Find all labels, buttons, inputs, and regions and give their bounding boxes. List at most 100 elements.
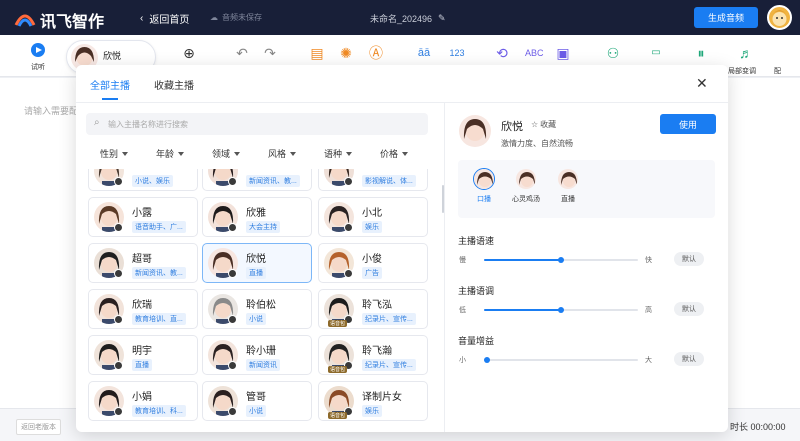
anchor-card[interactable]: 语音包 聆飞泓 纪录片、宣传... [318, 289, 428, 329]
insert-icon[interactable]: ⊕ [181, 45, 197, 61]
filter-age[interactable]: 年龄 [156, 147, 185, 160]
polyphone-icon[interactable]: āā [416, 45, 432, 61]
anchor-tag: 语音助手、广... [132, 221, 186, 233]
anchor-card[interactable]: 新闻资讯、教... [202, 169, 312, 191]
anchor-card[interactable]: 欣雅 大会主持 [202, 197, 312, 237]
speed-slider[interactable] [484, 257, 638, 263]
anchor-card[interactable]: 欣悦 直播 [202, 243, 312, 283]
anchor-card[interactable]: 小北 娱乐 [318, 197, 428, 237]
anchor-tag: 娱乐 [362, 405, 382, 417]
favorite-label: 收藏 [540, 120, 557, 129]
bgm-icon[interactable]: ▭ [648, 45, 664, 61]
slider-handle[interactable] [484, 357, 490, 363]
voice-pack-badge: 语音包 [328, 366, 348, 373]
filter-language[interactable]: 语种 [324, 147, 353, 160]
anchor-name: 欣雅 [246, 208, 266, 219]
anchor-card[interactable]: 语音包 聆飞瀚 纪录片、宣传... [318, 335, 428, 375]
filter-label: 领域 [212, 149, 231, 159]
anchor-card[interactable]: 超哥新闻资讯、教... [88, 243, 198, 283]
anchor-search-input[interactable] [108, 113, 408, 135]
multi-anchor-icon[interactable]: ⚇ [605, 45, 621, 61]
anchor-card[interactable]: 小娟 教育培训、科... [88, 381, 198, 421]
anchor-name: 小北 [362, 208, 382, 219]
favorite-button[interactable]: ☆ 收藏 [531, 119, 556, 130]
volume-slider[interactable] [484, 357, 638, 363]
edit-icon[interactable]: ✎ [438, 13, 446, 24]
anchor-name: 译制片女 [362, 392, 402, 403]
save-status-label: 音频未保存 [222, 13, 262, 22]
pause-icon[interactable]: ⏸ [693, 45, 709, 61]
anchor-card[interactable]: 小俊 广告 [318, 243, 428, 283]
generate-audio-button[interactable]: 生成音频 [694, 7, 758, 28]
back-home-button[interactable]: ‹ 返回首页 [140, 11, 189, 26]
search-icon: ⌕ [94, 117, 100, 128]
use-anchor-button[interactable]: 使用 [660, 114, 716, 134]
back-home-label: 返回首页 [149, 15, 190, 26]
close-icon[interactable]: ✕ [696, 75, 708, 92]
anchor-card[interactable]: 聆伯松 小说 [202, 289, 312, 329]
chevron-left-icon: ‹ [140, 13, 144, 24]
anchor-tag: 纪录片、宣传... [362, 359, 416, 371]
slider-handle[interactable] [558, 307, 564, 313]
user-avatar[interactable] [767, 5, 792, 30]
abc-icon[interactable]: ABC [525, 45, 544, 61]
document-title[interactable]: 未命名_202496 ✎ [370, 12, 446, 25]
slider-handle[interactable] [558, 257, 564, 263]
document-title-label: 未命名_202496 [370, 14, 433, 24]
anchor-card[interactable]: 影视解说、体... [318, 169, 428, 191]
scrollbar[interactable] [442, 185, 444, 213]
redo-icon[interactable]: ↷ [262, 45, 278, 61]
filter-price[interactable]: 价格 [380, 147, 409, 160]
anchor-card[interactable]: 管哥 小说 [202, 381, 312, 421]
filter-style[interactable]: 风格 [268, 147, 297, 160]
anchor-card[interactable]: 聆小珊 新闻资讯 [202, 335, 312, 375]
anchor-tag: 教育培训、科... [132, 405, 186, 417]
screen-icon[interactable]: ▣ [555, 45, 571, 61]
listen-button[interactable]: 试听 [26, 43, 50, 72]
pitch-slider[interactable] [484, 307, 638, 313]
anchor-card[interactable]: 小露 语音助手、广... [88, 197, 198, 237]
style-option[interactable]: 口播 [464, 168, 504, 204]
anchor-card[interactable]: 欣瑞 教育培训、直... [88, 289, 198, 329]
local-pitch-icon[interactable]: ♬ [738, 45, 754, 61]
filter-label: 风格 [268, 149, 287, 159]
style-label: 心灵鸡汤 [512, 196, 540, 203]
divider [76, 102, 728, 103]
local-pitch-label: 局部变调 [728, 68, 756, 75]
premium-badge-icon [228, 223, 237, 232]
tab-all-anchors[interactable]: 全部主播 [90, 77, 130, 100]
style-option[interactable]: 心灵鸡汤 [506, 168, 546, 204]
pronunciation-icon[interactable]: Ⓐ [368, 45, 384, 61]
speed-default-button[interactable]: 默认 [674, 252, 704, 266]
anchor-card[interactable]: 小说、娱乐 [88, 169, 198, 191]
style-avatar [473, 168, 495, 190]
anchor-card[interactable]: 明宇 直播 [88, 335, 198, 375]
premium-badge-icon [344, 177, 353, 186]
number-icon[interactable]: 123 [449, 45, 465, 61]
volume-default-button[interactable]: 默认 [674, 352, 704, 366]
sparkle-icon[interactable]: ✺ [338, 45, 354, 61]
style-option[interactable]: 直播 [548, 168, 588, 204]
replace-icon[interactable]: ⟲ [494, 45, 510, 61]
brand-logo[interactable]: 讯飞智作 [14, 8, 104, 32]
document-icon[interactable]: ▤ [309, 45, 325, 61]
anchor-name: 聆小珊 [246, 346, 276, 357]
premium-badge-icon [228, 407, 237, 416]
undo-icon[interactable]: ↶ [234, 45, 250, 61]
premium-badge-icon [114, 361, 123, 370]
tab-favorite-anchors[interactable]: 收藏主播 [154, 77, 194, 100]
premium-badge-icon [344, 223, 353, 232]
anchor-name: 明宇 [132, 346, 152, 357]
anchor-tag: 新闻资讯、教... [132, 267, 186, 279]
speed-min-label: 慢 [459, 257, 466, 264]
anchor-name: 超哥 [132, 254, 152, 265]
slider-fill [484, 259, 561, 261]
chevron-down-icon [290, 151, 297, 156]
old-version-button[interactable]: 返回老版本 [16, 419, 61, 435]
anchor-tag: 大会主持 [246, 221, 280, 233]
anchor-tag: 小说 [246, 313, 266, 325]
pitch-default-button[interactable]: 默认 [674, 302, 704, 316]
filter-domain[interactable]: 领域 [212, 147, 241, 160]
filter-gender[interactable]: 性别 [100, 147, 129, 160]
anchor-card[interactable]: 语音包 译制片女 娱乐 [318, 381, 428, 421]
